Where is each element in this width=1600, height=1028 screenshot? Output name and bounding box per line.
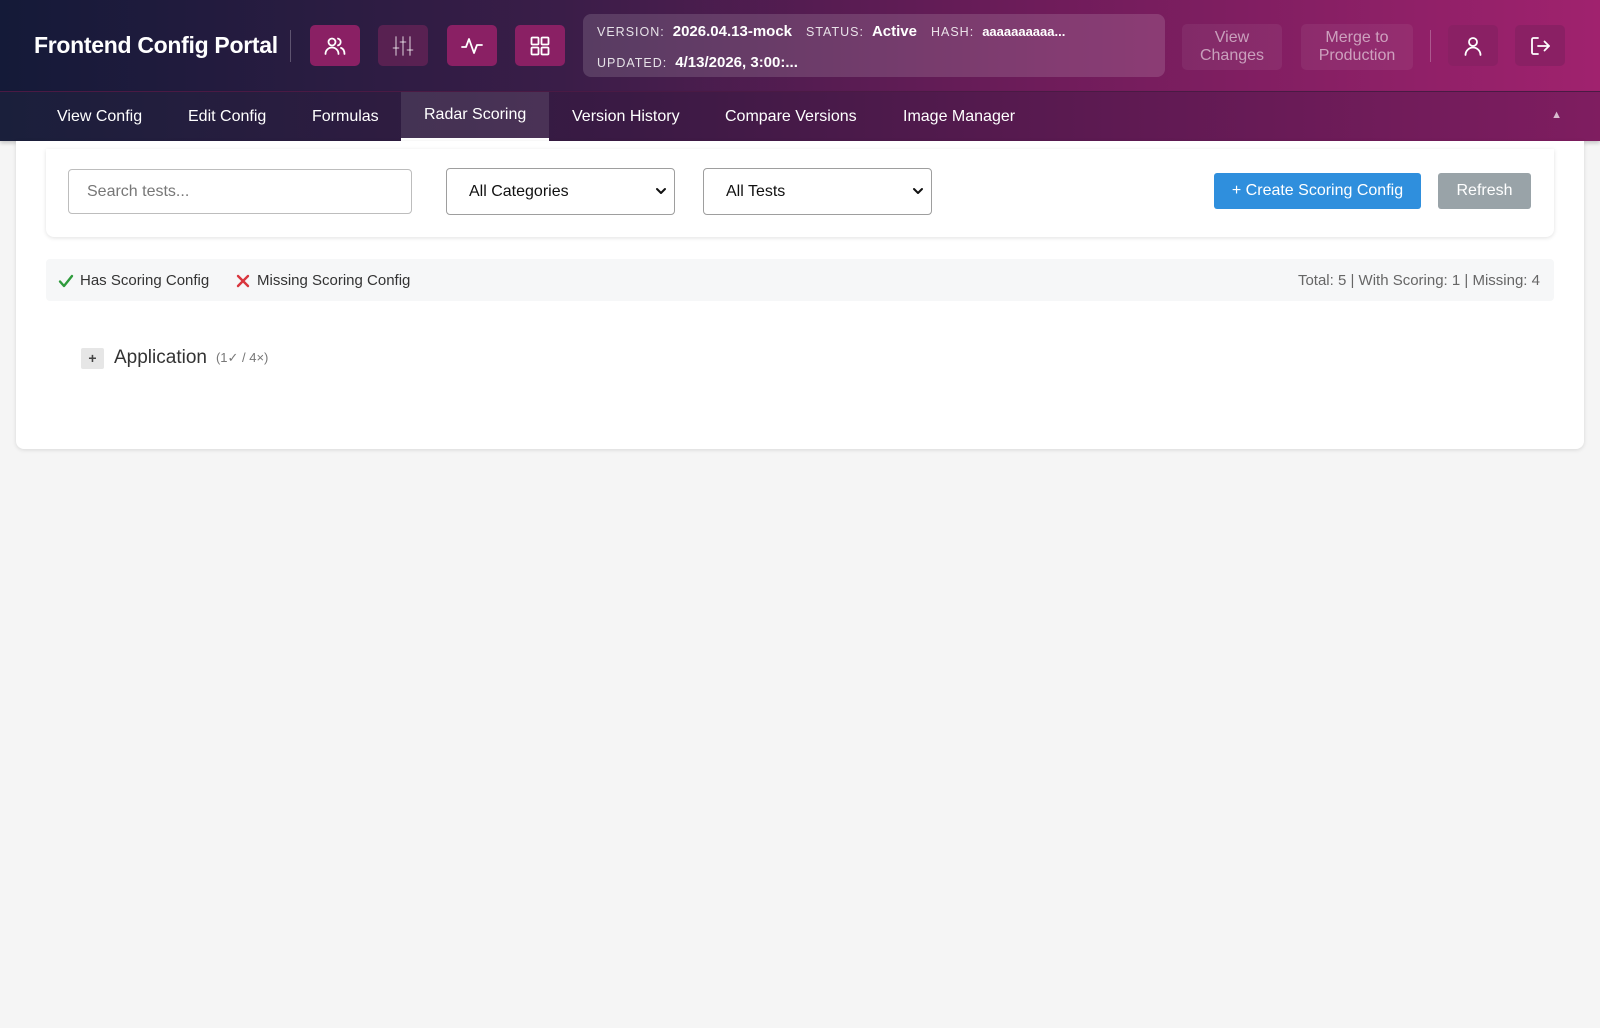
hash-value: aaaaaaaaaa... (982, 24, 1066, 39)
tab-image-manager[interactable]: Image Manager (880, 92, 1038, 141)
legend-has-scoring: Has Scoring Config (58, 272, 209, 289)
tab-version-history[interactable]: Version History (549, 92, 703, 141)
updated-label: UPDATED: (597, 56, 668, 70)
updated-value: 4/13/2026, 3:00:... (675, 54, 798, 71)
expand-group-button[interactable]: + (81, 347, 104, 369)
tab-compare-versions[interactable]: Compare Versions (702, 92, 880, 141)
version-label: VERSION: (597, 25, 665, 39)
category-group-application: + Application (1✓ / 4×) (81, 347, 268, 369)
filter-toolbar: All Categories All Tests + Create Scorin… (46, 149, 1554, 237)
dashboard-grid-button[interactable] (515, 25, 565, 66)
tab-view-config[interactable]: View Config (34, 92, 165, 141)
profile-button[interactable] (1448, 25, 1498, 66)
collapse-tabs-button[interactable]: ▲ (1551, 109, 1562, 121)
merge-line2: Production (1318, 47, 1396, 64)
main-tabs: View Config Edit Config Formulas Radar S… (0, 92, 1600, 141)
version-value: 2026.04.13-mock (672, 23, 793, 40)
group-name[interactable]: Application (114, 347, 207, 369)
view-changes-line2: Changes (1199, 47, 1265, 64)
radar-scoring-panel: All Categories All Tests + Create Scorin… (16, 141, 1584, 449)
users-button[interactable] (310, 25, 360, 66)
activity-button[interactable] (447, 25, 497, 66)
version-info-panel: VERSION: 2026.04.13-mock STATUS: Active … (583, 14, 1165, 77)
scoring-legend-bar: Has Scoring Config Missing Scoring Confi… (46, 259, 1554, 301)
tab-radar-scoring[interactable]: Radar Scoring (401, 92, 550, 141)
hash-label: HASH: (930, 25, 975, 39)
cross-icon (236, 274, 250, 287)
category-select[interactable]: All Categories (446, 168, 675, 215)
search-tests-input[interactable] (68, 169, 412, 214)
scoring-totals: Total: 5 | With Scoring: 1 | Missing: 4 (1297, 272, 1540, 289)
legend-missing-label: Missing Scoring Config (257, 272, 411, 289)
merge-line1: Merge to (1325, 29, 1389, 46)
grid-icon (530, 36, 550, 55)
sliders-icon (392, 35, 414, 56)
view-changes-line1: View (1214, 29, 1250, 46)
category-select-value: All Categories (469, 182, 569, 200)
header-divider-right (1430, 30, 1431, 62)
tab-formulas[interactable]: Formulas (289, 92, 402, 141)
activity-icon (461, 37, 483, 54)
tests-select-value: All Tests (726, 182, 786, 200)
top-header: Frontend Config Portal VERSION: 2026.04.… (0, 0, 1600, 92)
check-icon (58, 274, 74, 287)
logout-button[interactable] (1515, 25, 1565, 66)
chevron-down-icon (913, 188, 923, 194)
legend-missing-scoring: Missing Scoring Config (235, 272, 410, 289)
create-scoring-config-button[interactable]: + Create Scoring Config (1214, 173, 1421, 209)
app-title: Frontend Config Portal (34, 32, 278, 58)
user-icon (1464, 36, 1482, 56)
merge-to-production-button[interactable]: Merge to Production (1301, 24, 1413, 70)
tab-edit-config[interactable]: Edit Config (165, 92, 289, 141)
refresh-button[interactable]: Refresh (1438, 173, 1531, 209)
settings-sliders-button[interactable] (378, 25, 428, 66)
users-icon (324, 37, 346, 55)
header-divider (290, 30, 291, 62)
status-label: STATUS: (806, 25, 864, 39)
status-value: Active (871, 23, 917, 40)
chevron-down-icon (656, 188, 666, 194)
logout-icon (1531, 36, 1550, 55)
tests-select[interactable]: All Tests (703, 168, 932, 215)
view-changes-button[interactable]: View Changes (1182, 24, 1282, 70)
group-count-badge: (1✓ / 4×) (215, 350, 269, 365)
legend-has-label: Has Scoring Config (80, 272, 210, 289)
